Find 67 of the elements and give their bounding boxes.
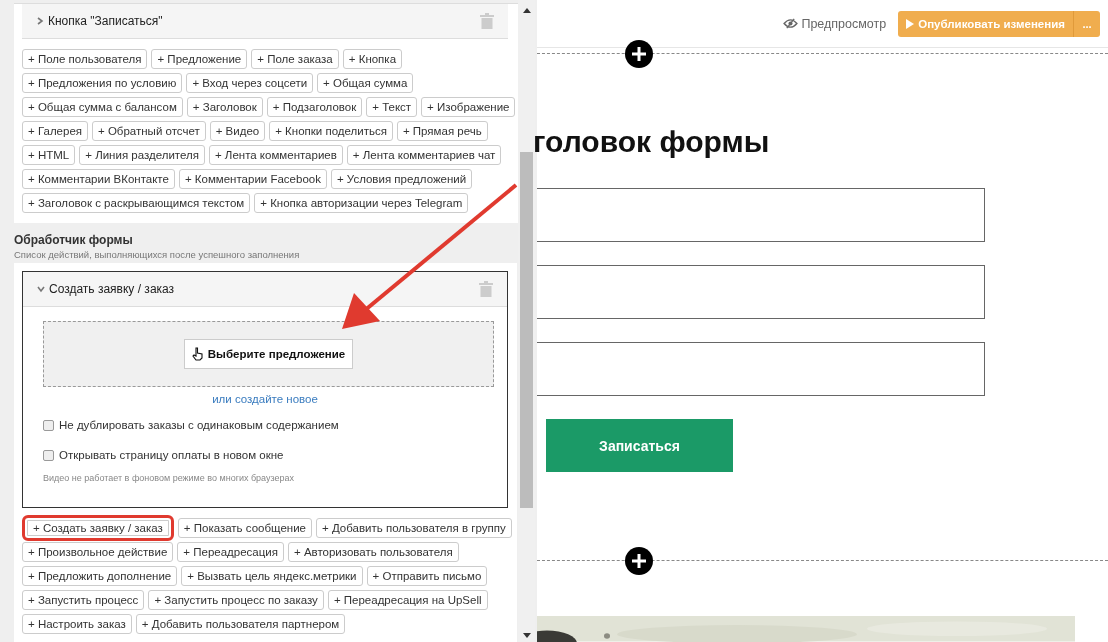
- play-icon: [906, 18, 915, 29]
- add-element-button[interactable]: + HTML: [22, 145, 76, 165]
- add-action-button[interactable]: + Переадресация: [177, 542, 284, 562]
- add-element-button[interactable]: + Кнопки поделиться: [269, 121, 393, 141]
- hint-text: Видео не работает в фоновом режиме во многих браузерах: [43, 473, 296, 483]
- element-header[interactable]: Кнопка "Записаться": [22, 4, 508, 39]
- add-action-button[interactable]: + Произвольное действие: [22, 542, 174, 562]
- eye-icon: [783, 18, 799, 30]
- submit-button[interactable]: Записаться: [546, 419, 733, 473]
- add-element-button[interactable]: + Подзаголовок: [266, 97, 363, 117]
- add-block-icon[interactable]: [625, 40, 653, 69]
- hand-pointer-icon: [191, 347, 204, 361]
- add-action-button[interactable]: + Отправить письмо: [366, 566, 488, 586]
- input-field[interactable]: [537, 188, 985, 243]
- add-element-button[interactable]: + Комментарии ВКонтакте: [22, 169, 175, 189]
- add-action-button[interactable]: + Настроить заказ: [22, 614, 132, 634]
- add-action-button[interactable]: + Авторизовать пользователя: [287, 542, 459, 562]
- add-element-button[interactable]: + Вход через соцсети: [186, 73, 314, 93]
- section-title: Обработчик формы: [14, 233, 134, 247]
- create-new-link[interactable]: или создайте новое: [23, 393, 507, 405]
- add-element-button[interactable]: + Комментарии Facebook: [178, 169, 327, 189]
- add-element-button[interactable]: + Лента комментариев: [208, 145, 343, 165]
- scroll-down-icon[interactable]: [522, 633, 531, 638]
- add-element-button[interactable]: + Кнопка: [342, 49, 403, 69]
- add-action-button[interactable]: + Показать сообщение: [177, 518, 312, 538]
- add-element-button[interactable]: + Лента комментариев чат: [346, 145, 502, 165]
- add-action-button[interactable]: + Запустить процесс по заказу: [148, 590, 324, 610]
- choose-offer-button[interactable]: Выберите предложение: [183, 339, 354, 369]
- add-element-button[interactable]: + Прямая речь: [396, 121, 488, 141]
- add-element-button[interactable]: + Поле пользователя: [22, 49, 148, 69]
- add-element-button[interactable]: + Предложения по условию: [22, 73, 183, 93]
- section-subtitle: Список действий, выполняющихся после успешного заполнения: [14, 249, 301, 260]
- add-action-button[interactable]: + Запустить процесс: [22, 590, 145, 610]
- add-action-button[interactable]: + Вызвать цель яндекс.метрики: [181, 566, 363, 586]
- add-element-button[interactable]: + Заголовок с раскрывающимся текстом: [22, 193, 251, 213]
- input-field[interactable]: [537, 265, 985, 320]
- input-field[interactable]: [537, 342, 985, 397]
- checkbox[interactable]: [43, 449, 54, 461]
- add-element-button[interactable]: + Изображение: [421, 97, 516, 117]
- add-action-button[interactable]: + Добавить пользователя партнером: [135, 614, 346, 634]
- add-action-button[interactable]: + Добавить пользователя в группу: [315, 518, 512, 538]
- add-element-button[interactable]: + Галерея: [22, 121, 88, 141]
- add-action-button[interactable]: + Переадресация на UpSell: [327, 590, 488, 610]
- add-element-button[interactable]: + Общая сумма с балансом: [22, 97, 183, 117]
- add-element-button[interactable]: + Кнопка авторизации через Telegram: [254, 193, 469, 213]
- add-action-button[interactable]: + Создать заявку / заказ: [22, 515, 174, 541]
- checkbox-label: Не дублировать заказы с одинаковым содержанием: [59, 419, 339, 431]
- add-action-button[interactable]: + Предложить дополнение: [22, 566, 178, 586]
- form-heading: головок формы: [533, 125, 771, 161]
- checkbox-label: Открывать страницу оплаты в новом окне: [59, 449, 284, 461]
- scroll-up-icon[interactable]: [522, 8, 531, 13]
- add-element-button[interactable]: + Общая сумма: [317, 73, 414, 93]
- checkbox[interactable]: [43, 419, 54, 431]
- preview-link[interactable]: Предпросмотр: [783, 16, 887, 31]
- add-element-button[interactable]: + Заголовок: [186, 97, 263, 117]
- action-title: Создать заявку / заказ: [49, 282, 176, 296]
- add-element-button[interactable]: + Линия разделителя: [79, 145, 205, 165]
- add-element-button[interactable]: + Поле заказа: [251, 49, 339, 69]
- add-element-button[interactable]: + Текст: [366, 97, 418, 117]
- action-header[interactable]: Создать заявку / заказ: [23, 272, 507, 307]
- add-element-button[interactable]: + Условия предложений: [330, 169, 473, 189]
- add-block-icon[interactable]: [625, 547, 653, 576]
- add-element-button[interactable]: + Видео: [209, 121, 266, 141]
- element-title: Кнопка "Записаться": [48, 14, 164, 28]
- scroll-thumb[interactable]: [520, 152, 533, 508]
- add-element-button[interactable]: + Обратный отсчет: [92, 121, 206, 141]
- add-element-button[interactable]: + Предложение: [151, 49, 248, 69]
